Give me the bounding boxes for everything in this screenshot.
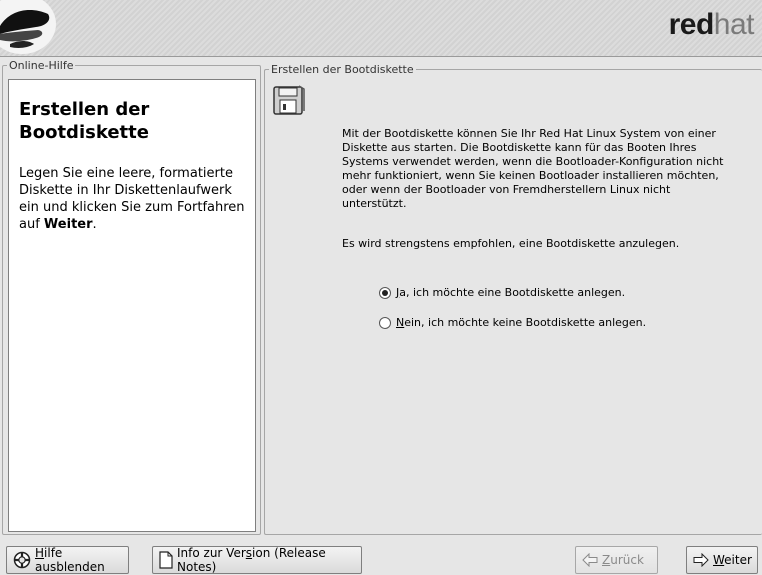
- header-banner: redhat: [0, 0, 762, 57]
- bootdisk-frame: Erstellen der Bootdiskette Mit der Bootd…: [264, 63, 762, 535]
- bootdisk-description: Mit der Bootdiskette können Sie Ihr Red …: [342, 127, 724, 210]
- back-label: Zurück: [602, 553, 644, 567]
- radio-create-bootdisk[interactable]: Ja, ich möchte eine Bootdiskette anlegen…: [379, 286, 625, 300]
- help-panel[interactable]: Erstellen der Bootdiskette Legen Sie ein…: [8, 79, 256, 532]
- document-icon: [159, 551, 173, 569]
- release-notes-button[interactable]: Info zur Version (Release Notes): [152, 546, 362, 574]
- next-button[interactable]: Weiter: [686, 546, 758, 574]
- hide-help-label: Hilfe ausblenden: [35, 546, 105, 574]
- help-frame-label: Online-Hilfe: [7, 59, 76, 72]
- arrow-left-icon: [582, 553, 598, 567]
- radio-button-selected[interactable]: [379, 287, 391, 299]
- hide-help-button[interactable]: Hilfe ausblenden: [6, 546, 129, 574]
- radio-skip-bootdisk[interactable]: Nein, ich möchte keine Bootdiskette anle…: [379, 316, 646, 330]
- bootdisk-recommendation: Es wird strengstens empfohlen, eine Boot…: [342, 237, 680, 250]
- arrow-right-icon: [693, 553, 709, 567]
- lifebuoy-icon: [13, 551, 31, 569]
- release-notes-label: Info zur Version (Release Notes): [177, 546, 326, 574]
- radio-skip-label: Nein, ich möchte keine Bootdiskette anle…: [396, 316, 647, 329]
- back-button[interactable]: Zurück: [575, 546, 658, 574]
- radio-create-label: Ja, ich möchte eine Bootdiskette anlegen…: [396, 286, 626, 299]
- floppy-disk-icon: [273, 85, 305, 115]
- redhat-shadowman-icon: [0, 0, 56, 54]
- redhat-wordmark: redhat: [668, 8, 755, 41]
- help-text: Legen Sie eine leere, formatierte Disket…: [19, 166, 245, 232]
- help-title: Erstellen der Bootdiskette: [19, 99, 150, 143]
- bootdisk-frame-label: Erstellen der Bootdiskette: [269, 63, 416, 76]
- help-frame: Online-Hilfe Erstellen der Bootdiskette …: [2, 59, 261, 535]
- radio-button-unselected[interactable]: [379, 317, 391, 329]
- next-label: Weiter: [713, 553, 752, 567]
